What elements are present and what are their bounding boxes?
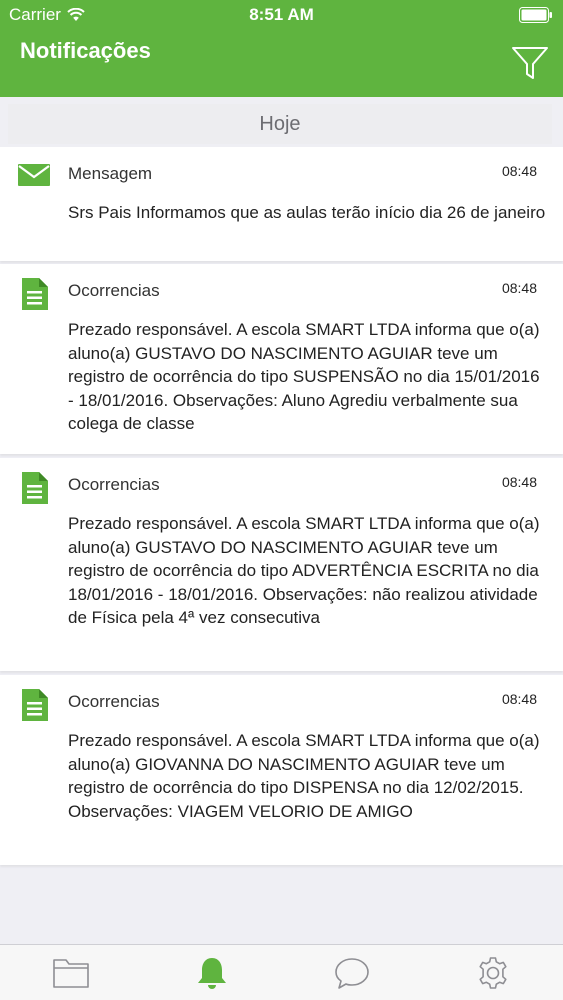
notification-type: Ocorrencias xyxy=(68,692,160,711)
document-icon xyxy=(22,472,48,504)
notification-type: Mensagem xyxy=(68,164,153,183)
bell-icon xyxy=(198,958,226,989)
notification-time: 08:48 xyxy=(501,691,537,707)
tab-bar xyxy=(0,944,563,1000)
status-bar: Carrier 8:51 AM xyxy=(0,0,563,30)
notification-item[interactable]: Ocorrencias 08:48 Prezado responsável. A… xyxy=(0,675,563,865)
battery-icon xyxy=(519,7,552,23)
notification-type: Ocorrencias xyxy=(68,475,160,494)
folder-icon xyxy=(53,959,89,988)
nav-header: Carrier 8:51 AM Notificações xyxy=(0,0,563,97)
document-icon xyxy=(22,278,48,310)
status-time: 8:51 AM xyxy=(249,5,314,24)
notification-time: 08:48 xyxy=(501,474,537,490)
notification-body: Srs Pais Informamos que as aulas terão i… xyxy=(68,203,546,222)
tab-settings[interactable] xyxy=(473,955,513,991)
notification-body: Prezado responsável. A escola SMART LTDA… xyxy=(68,731,540,821)
envelope-icon xyxy=(18,164,50,186)
chat-bubble-icon xyxy=(335,958,369,989)
notification-item[interactable]: Ocorrencias 08:48 Prezado responsável. A… xyxy=(0,264,563,454)
section-header-today: Hoje xyxy=(8,104,552,144)
document-icon xyxy=(22,689,48,721)
notification-item[interactable]: Ocorrencias 08:48 Prezado responsável. A… xyxy=(0,458,563,671)
notification-type: Ocorrencias xyxy=(68,281,160,300)
notification-item[interactable]: Mensagem 08:48 Srs Pais Informamos que a… xyxy=(0,147,563,261)
tab-folder[interactable] xyxy=(51,955,91,991)
filter-icon[interactable] xyxy=(511,44,549,82)
page-title: Notificações xyxy=(20,38,151,63)
tab-chat[interactable] xyxy=(332,955,372,991)
tab-notifications[interactable] xyxy=(192,955,232,991)
gear-icon xyxy=(479,957,507,989)
notification-body: Prezado responsável. A escola SMART LTDA… xyxy=(68,514,540,627)
notification-body: Prezado responsável. A escola SMART LTDA… xyxy=(68,320,540,433)
notification-time: 08:48 xyxy=(501,280,537,296)
notification-time: 08:48 xyxy=(501,163,537,179)
